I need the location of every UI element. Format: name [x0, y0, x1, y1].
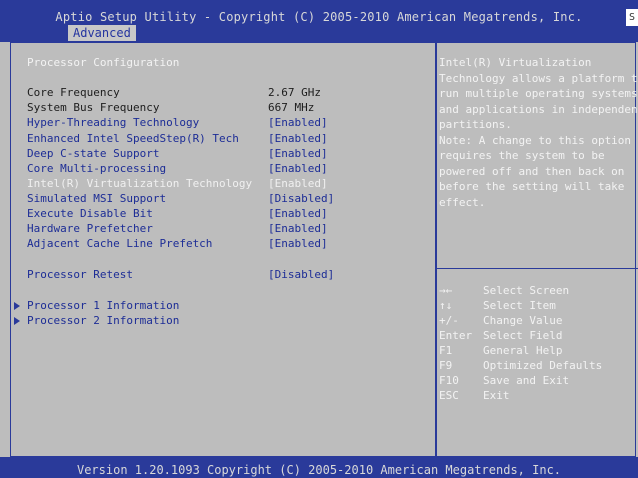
setting-label: Enhanced Intel SpeedStep(R) Tech: [27, 132, 239, 145]
setting-value[interactable]: [Enabled]: [268, 162, 328, 175]
setting-label: Deep C-state Support: [27, 147, 160, 160]
utility-title: Aptio Setup Utility - Copyright (C) 2005…: [55, 10, 583, 24]
version-footer: Version 1.20.1093 Copyright (C) 2005-201…: [76, 463, 562, 477]
setting-value[interactable]: [Enabled]: [268, 147, 328, 160]
key-desc: Select Screen: [483, 284, 570, 297]
help-line: and applications in independent: [439, 102, 638, 116]
setting-label: Hyper-Threading Technology: [27, 116, 200, 129]
key-name: F1: [439, 344, 453, 357]
key-name: ESC: [439, 389, 459, 402]
setting-label: Core Multi-processing: [27, 162, 167, 175]
info-value: 2.67 GHz: [268, 86, 321, 99]
setting-label: Hardware Prefetcher: [27, 222, 153, 235]
setting-value[interactable]: [Enabled]: [268, 207, 328, 220]
key-desc: General Help: [483, 344, 563, 357]
key-desc: Exit: [483, 389, 510, 402]
help-line: effect.: [439, 195, 486, 209]
key-desc: Save and Exit: [483, 374, 570, 387]
key-desc: Select Field: [483, 329, 563, 342]
key-desc: Optimized Defaults: [483, 359, 603, 372]
info-value: 667 MHz: [268, 101, 315, 114]
setting-label: Execute Disable Bit: [27, 207, 153, 220]
help-divider: [436, 268, 638, 269]
setting-value[interactable]: [Enabled]: [268, 237, 328, 250]
arrow-left-right-icon: →←: [439, 284, 453, 297]
submenu-label: Processor 2 Information: [27, 314, 180, 327]
help-line: powered off and then back on: [439, 164, 625, 178]
key-desc: Change Value: [483, 314, 563, 327]
help-line: Note: A change to this option: [439, 133, 632, 147]
panel-divider: [435, 42, 437, 457]
setting-value[interactable]: [Disabled]: [268, 192, 334, 205]
help-text: Intel(R) Virtualization Technology allow…: [439, 55, 638, 210]
setting-label: Simulated MSI Support: [27, 192, 167, 205]
key-name: F10: [439, 374, 459, 387]
setting-label: Intel(R) Virtualization Technology: [27, 177, 253, 190]
help-line: before the setting will take: [439, 180, 625, 193]
help-line: partitions.: [439, 118, 512, 131]
key-name: Enter: [439, 329, 473, 342]
corner-mark: S: [626, 9, 638, 26]
submenu-label: Processor 1 Information: [27, 299, 180, 312]
help-line: run multiple operating systems: [439, 87, 638, 100]
key-desc: Select Item: [483, 299, 556, 312]
key-name: F9: [439, 359, 453, 372]
tab-advanced[interactable]: Advanced: [68, 25, 136, 41]
setting-value[interactable]: [Enabled]: [268, 116, 328, 129]
help-line: Intel(R) Virtualization: [439, 56, 592, 69]
help-line: Technology allows a platform to: [439, 71, 638, 85]
setting-value[interactable]: [Enabled]: [268, 177, 328, 190]
setting-label: Processor Retest: [27, 268, 133, 281]
setting-value[interactable]: [Disabled]: [268, 268, 334, 281]
setting-value[interactable]: [Enabled]: [268, 132, 328, 145]
triangle-right-icon: [14, 302, 20, 310]
section-title: Processor Configuration: [27, 56, 180, 69]
help-line: requires the system to be: [439, 149, 605, 162]
info-label: Core Frequency: [27, 86, 120, 99]
setting-value[interactable]: [Enabled]: [268, 222, 328, 235]
info-label: System Bus Frequency: [27, 101, 160, 114]
key-name: +/-: [439, 314, 459, 327]
arrow-up-down-icon: ↑↓: [439, 299, 453, 312]
triangle-right-icon: [14, 317, 20, 325]
setting-label: Adjacent Cache Line Prefetch: [27, 237, 213, 250]
